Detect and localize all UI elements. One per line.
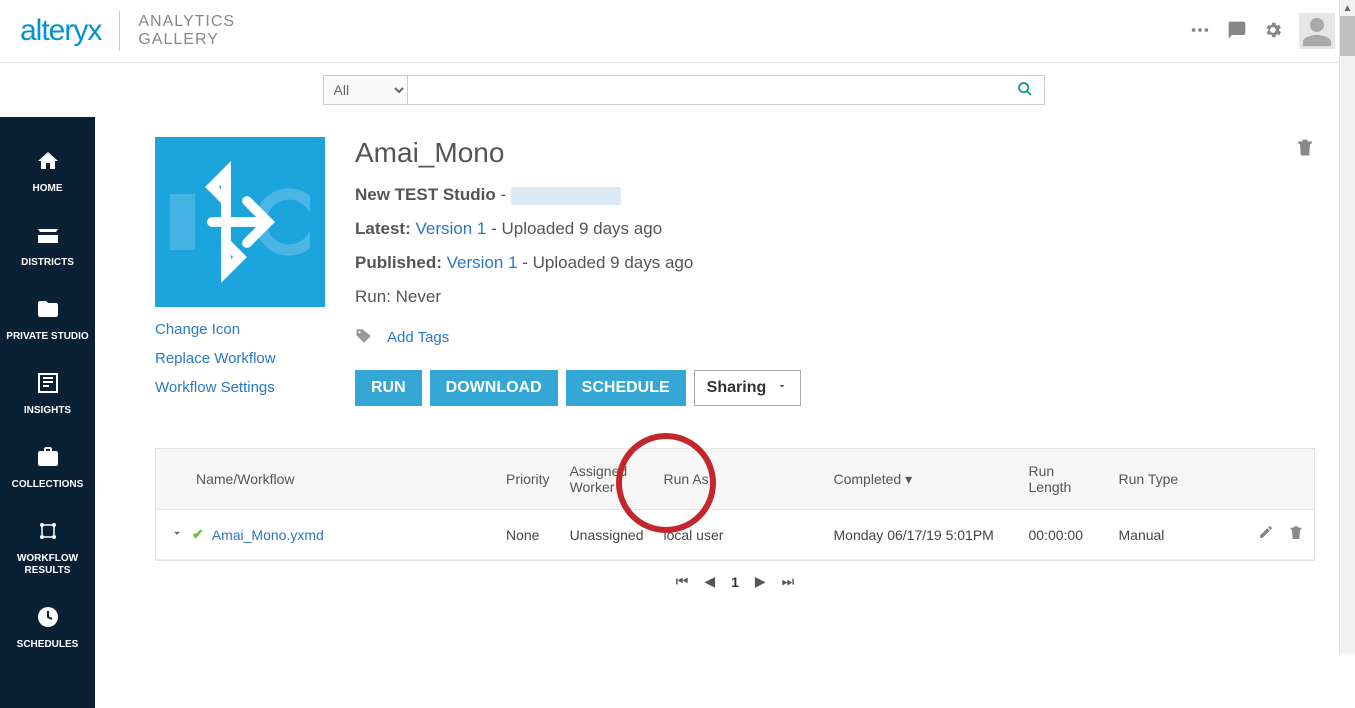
vertical-scrollbar[interactable]: ▲: [1339, 0, 1355, 654]
success-check-icon: ✔: [192, 526, 204, 543]
sidebar-item-collections[interactable]: COLLECTIONS: [0, 431, 95, 505]
top-icons: [1189, 13, 1335, 49]
sidebar-item-insights[interactable]: INSIGHTS: [0, 357, 95, 431]
latest-line: Latest: Version 1 - Uploaded 9 days ago: [355, 219, 1315, 239]
latest-version-link[interactable]: Version 1: [415, 219, 486, 238]
sidebar-item-districts[interactable]: DISTRICTS: [0, 209, 95, 283]
sidebar-label: COLLECTIONS: [12, 479, 84, 491]
run-line: Run: Never: [355, 287, 1315, 307]
divider: [119, 11, 120, 51]
page-current: 1: [731, 574, 739, 590]
published-version-link[interactable]: Version 1: [447, 253, 518, 272]
scroll-up-icon[interactable]: ▲: [1340, 0, 1355, 16]
page-next-icon[interactable]: ▶: [755, 573, 766, 590]
th-runtype[interactable]: Run Type: [1109, 449, 1245, 510]
cell-runlength: 00:00:00: [1019, 510, 1109, 560]
studio-icon: [36, 297, 60, 325]
expand-row-icon[interactable]: [170, 526, 184, 543]
chat-icon[interactable]: [1227, 20, 1247, 43]
edit-row-icon[interactable]: [1258, 524, 1274, 545]
page-first-icon[interactable]: ⏮: [676, 573, 689, 590]
studio-label: New TEST Studio: [355, 185, 496, 204]
page-prev-icon[interactable]: ◀: [704, 573, 715, 590]
cell-worker: Unassigned: [560, 510, 654, 560]
search-filter-select[interactable]: All: [323, 75, 408, 105]
workflow-thumbnail: [155, 137, 325, 307]
add-tags-link[interactable]: Add Tags: [387, 329, 449, 346]
search-input[interactable]: [408, 75, 1045, 105]
workflow-settings-link[interactable]: Workflow Settings: [155, 379, 325, 396]
sidebar-item-private-studio[interactable]: PRIVATE STUDIO: [0, 283, 95, 357]
subtitle-line2: GALLERY: [138, 31, 235, 49]
th-worker[interactable]: Assigned Worker: [560, 449, 654, 510]
table-row: ✔ Amai_Mono.yxmd None Unassigned local u…: [156, 510, 1314, 560]
insights-icon: [36, 371, 60, 399]
results-table: Name/Workflow Priority Assigned Worker R…: [156, 449, 1314, 560]
scroll-thumb[interactable]: [1340, 16, 1355, 56]
workflow-file-link[interactable]: Amai_Mono.yxmd: [212, 527, 324, 543]
workflow-title: Amai_Mono: [355, 137, 1315, 169]
published-label: Published:: [355, 253, 442, 272]
cell-runtype: Manual: [1109, 510, 1245, 560]
districts-icon: [36, 223, 60, 251]
replace-workflow-link[interactable]: Replace Workflow: [155, 350, 325, 367]
search-button[interactable]: [1017, 75, 1033, 105]
delete-row-icon[interactable]: [1288, 524, 1304, 545]
avatar[interactable]: [1299, 13, 1335, 49]
results-icon: [36, 519, 60, 547]
sidebar-label: DISTRICTS: [21, 257, 74, 269]
sidebar-item-home[interactable]: HOME: [0, 135, 95, 209]
tag-icon: [355, 327, 373, 348]
sidebar: HOME DISTRICTS PRIVATE STUDIO INSIGHTS C…: [0, 117, 95, 708]
sidebar-label: PRIVATE STUDIO: [6, 331, 88, 343]
th-runlength[interactable]: Run Length: [1019, 449, 1109, 510]
sidebar-label: WORKFLOW RESULTS: [4, 553, 91, 577]
logo[interactable]: alteryx: [20, 14, 101, 48]
th-priority[interactable]: Priority: [496, 449, 560, 510]
th-completed[interactable]: Completed ▾: [824, 449, 1019, 510]
latest-uploaded-text: - Uploaded 9 days ago: [486, 219, 662, 238]
schedule-button[interactable]: SCHEDULE: [566, 370, 686, 406]
sidebar-label: SCHEDULES: [17, 639, 79, 651]
sidebar-label: INSIGHTS: [24, 405, 71, 417]
subtitle-line1: ANALYTICS: [138, 13, 235, 31]
cell-priority: None: [496, 510, 560, 560]
change-icon-link[interactable]: Change Icon: [155, 321, 325, 338]
sidebar-item-workflow-results[interactable]: WORKFLOW RESULTS: [0, 505, 95, 591]
published-uploaded-text: - Uploaded 9 days ago: [518, 253, 694, 272]
top-header: alteryx ANALYTICS GALLERY: [0, 0, 1355, 63]
pagination: ⏮ ◀ 1 ▶ ⏭: [155, 561, 1315, 602]
sort-desc-icon: ▾: [905, 471, 912, 487]
collections-icon: [36, 445, 60, 473]
run-button[interactable]: RUN: [355, 370, 422, 406]
home-icon: [36, 149, 60, 177]
gear-icon[interactable]: [1263, 20, 1283, 43]
sidebar-label: HOME: [33, 183, 63, 195]
cell-completed: Monday 06/17/19 5:01PM: [824, 510, 1019, 560]
results-table-wrap: Name/Workflow Priority Assigned Worker R…: [155, 448, 1315, 561]
sharing-label: Sharing: [707, 379, 767, 397]
redacted-owner: [511, 187, 621, 205]
published-line: Published: Version 1 - Uploaded 9 days a…: [355, 253, 1315, 273]
page-last-icon[interactable]: ⏭: [782, 573, 795, 590]
clock-icon: [36, 605, 60, 633]
chevron-down-icon: [776, 379, 788, 397]
download-button[interactable]: DOWNLOAD: [430, 370, 558, 406]
search-row: All: [0, 63, 1355, 117]
latest-label: Latest:: [355, 219, 411, 238]
studio-line: New TEST Studio -: [355, 185, 1315, 205]
sharing-dropdown[interactable]: Sharing: [694, 370, 802, 406]
header-subtitle: ANALYTICS GALLERY: [138, 13, 235, 48]
main-content: Change Icon Replace Workflow Workflow Se…: [95, 117, 1355, 708]
th-runas[interactable]: Run As: [654, 449, 824, 510]
cell-runas: local user: [654, 510, 824, 560]
more-icon[interactable]: [1189, 19, 1211, 44]
th-name[interactable]: Name/Workflow: [156, 449, 496, 510]
delete-workflow-button[interactable]: [1295, 137, 1315, 162]
